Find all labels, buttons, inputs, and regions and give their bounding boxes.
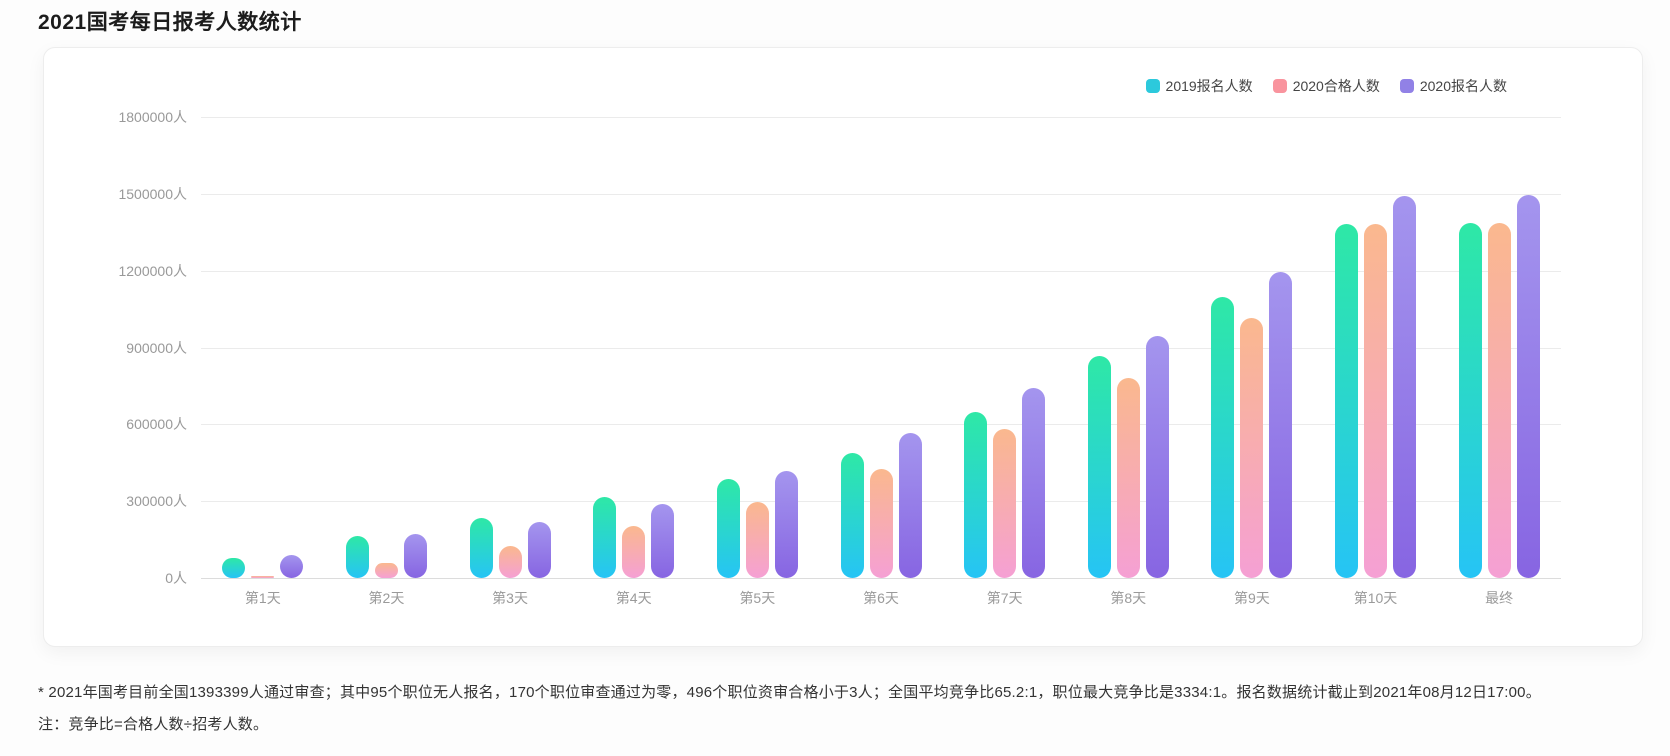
bar[interactable] xyxy=(1487,223,1511,578)
bar[interactable] xyxy=(993,428,1017,578)
bar[interactable] xyxy=(1240,317,1264,578)
legend: 2019报名人数 2020合格人数 2020报名人数 xyxy=(1145,76,1507,96)
bar[interactable] xyxy=(1211,296,1235,578)
bar[interactable] xyxy=(222,558,246,578)
bar[interactable] xyxy=(1335,224,1359,578)
x-tick-label: 第2天 xyxy=(368,590,405,606)
x-tick-label: 最终 xyxy=(1485,590,1514,606)
chart-card: 2019报名人数 2020合格人数 2020报名人数 0人 300000人 600000… xyxy=(43,47,1643,647)
bar[interactable] xyxy=(898,433,922,578)
legend-swatch-icon xyxy=(1272,79,1287,93)
legend-label: 2020报名人数 xyxy=(1419,78,1507,94)
x-tick-label: 第5天 xyxy=(739,590,776,606)
x-tick-label: 第1天 xyxy=(244,590,281,606)
y-tick-label: 300000人 xyxy=(126,493,187,510)
bar[interactable] xyxy=(593,497,617,578)
bar[interactable] xyxy=(745,501,769,578)
bar[interactable] xyxy=(1364,223,1388,578)
legend-label: 2020合格人数 xyxy=(1292,78,1380,94)
bar[interactable] xyxy=(280,555,304,578)
x-tick-label: 第6天 xyxy=(863,590,899,606)
plot-area: 0人 300000人 600000人 900000人 1200000人 1500000人 1… xyxy=(118,109,1561,606)
legend-item[interactable]: 2020报名人数 xyxy=(1399,76,1507,96)
bar[interactable] xyxy=(964,411,988,578)
y-tick-label: 1500000人 xyxy=(118,185,187,202)
bar[interactable] xyxy=(1458,222,1482,578)
bar[interactable] xyxy=(869,468,893,578)
legend-label: 2019报名人数 xyxy=(1165,78,1253,94)
bar[interactable] xyxy=(1022,388,1046,578)
footnote-summary: * 2021年国考目前全国1393399人通过审查；其中95个职位无人报名，17… xyxy=(38,684,1541,701)
y-tick-label: 600000人 xyxy=(126,416,187,433)
bar[interactable] xyxy=(840,453,864,578)
bar[interactable] xyxy=(527,521,551,578)
x-tick-label: 第8天 xyxy=(1110,590,1147,606)
legend-item[interactable]: 2020合格人数 xyxy=(1272,76,1380,96)
bar[interactable] xyxy=(251,575,275,578)
bar[interactable] xyxy=(498,545,522,578)
page-title: 2021国考每日报考人数统计 xyxy=(38,11,302,34)
x-tick-label: 第3天 xyxy=(492,590,528,606)
y-tick-label: 1200000人 xyxy=(118,262,187,279)
bar[interactable] xyxy=(651,504,675,578)
x-tick-label: 第10天 xyxy=(1353,590,1398,606)
x-tick-label: 第7天 xyxy=(986,590,1023,606)
bar[interactable] xyxy=(1269,272,1293,578)
bar[interactable] xyxy=(1393,196,1417,578)
y-tick-label: 0人 xyxy=(165,570,187,586)
bar[interactable] xyxy=(1116,378,1140,578)
bar[interactable] xyxy=(469,517,493,578)
legend-swatch-icon xyxy=(1145,79,1160,93)
bar[interactable] xyxy=(716,479,740,578)
y-tick-label: 1800000人 xyxy=(118,109,187,125)
gridline xyxy=(201,117,1561,118)
x-axis-line xyxy=(201,578,1561,579)
bar[interactable] xyxy=(774,470,798,578)
y-tick-label: 900000人 xyxy=(126,339,187,356)
bar[interactable] xyxy=(1087,356,1111,578)
legend-swatch-icon xyxy=(1399,79,1414,93)
bar[interactable] xyxy=(403,533,427,578)
bar[interactable] xyxy=(1145,336,1169,578)
footnote-formula: 注：竞争比=合格人数÷招考人数。 xyxy=(38,716,269,733)
gridline xyxy=(201,193,1561,195)
x-tick-label: 第9天 xyxy=(1233,590,1270,606)
x-tick-label: 第4天 xyxy=(615,590,652,606)
bar[interactable] xyxy=(345,536,369,578)
legend-item[interactable]: 2019报名人数 xyxy=(1145,76,1253,96)
bar[interactable] xyxy=(1516,195,1540,578)
bar[interactable] xyxy=(374,562,398,578)
bar[interactable] xyxy=(622,526,646,578)
